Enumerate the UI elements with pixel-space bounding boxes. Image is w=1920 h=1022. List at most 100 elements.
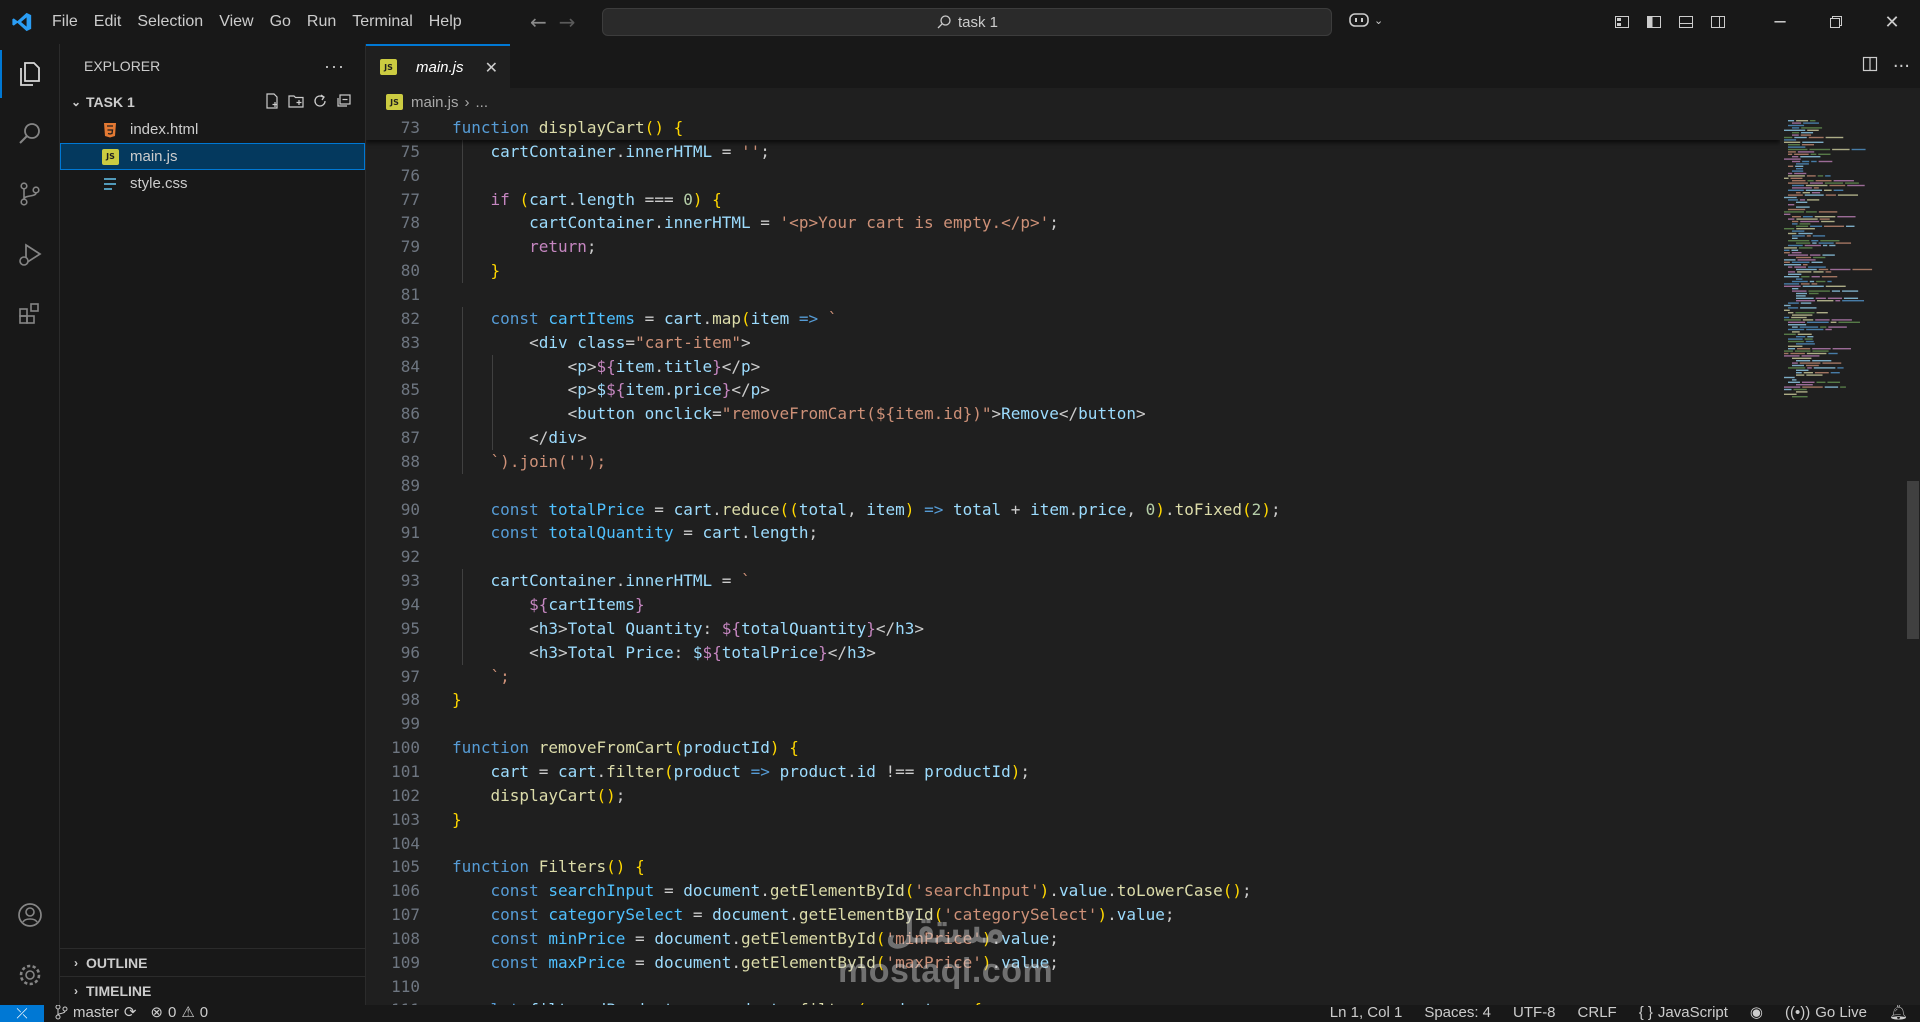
minimap-line [1791, 261, 1810, 263]
folder-task-1[interactable]: ⌄ TASK 1 [60, 88, 365, 116]
minimap-line [1802, 216, 1813, 218]
chevron-down-icon: ⌄ [1374, 13, 1384, 27]
minimap-line [1818, 211, 1838, 213]
branch-name: master [73, 1005, 119, 1021]
line-number: 91 [400, 523, 420, 543]
timeline-section[interactable]: › TIMELINE [60, 976, 365, 1004]
minimap-line [1811, 261, 1823, 263]
minimap-line [1802, 192, 1810, 194]
minimap-line [1784, 316, 1790, 319]
copilot-menu[interactable]: ⌄ [1348, 10, 1383, 30]
line-number: 104 [391, 833, 420, 853]
editor-scrollbar[interactable] [1906, 116, 1920, 1005]
menu-file[interactable]: File [44, 0, 86, 44]
breadcrumb-more[interactable]: ... [476, 94, 489, 111]
code-line: 87 </div> [366, 426, 1780, 450]
watermark-arabic: مستقل [885, 907, 1006, 951]
sync-icon[interactable]: ⟳ [124, 1005, 137, 1021]
menu-run[interactable]: Run [299, 0, 344, 44]
problems-status[interactable]: ⊗ 0 ⚠ 0 [150, 1005, 208, 1021]
back-arrow-icon[interactable]: ← [530, 10, 547, 34]
menu-go[interactable]: Go [262, 0, 299, 44]
notifications-bell-icon[interactable]: 🔔︎ [1889, 1005, 1908, 1021]
minimap-line [1846, 225, 1855, 227]
minimap-line [1796, 374, 1805, 376]
menu-selection[interactable]: Selection [129, 0, 211, 44]
code-editor[interactable]: 73 function displayCart() {75 cartContain… [366, 116, 1780, 1005]
customize-layout-icon[interactable] [1606, 0, 1638, 44]
settings-gear-icon[interactable] [0, 945, 60, 1005]
remote-indicator-icon[interactable]: ⤫ [0, 1005, 44, 1022]
source-control-icon[interactable] [0, 164, 60, 224]
toggle-secondary-sidebar-icon[interactable] [1702, 0, 1734, 44]
line-number: 84 [400, 356, 420, 376]
minimap-line [1792, 331, 1800, 333]
collapse-all-icon[interactable] [335, 92, 353, 113]
minimap-line [1824, 182, 1844, 184]
split-editor-icon[interactable] [1861, 55, 1879, 77]
tab-main-js[interactable]: JS main.js ✕ [366, 44, 510, 88]
go-live-label: Go Live [1815, 1005, 1867, 1021]
language-mode[interactable]: { } JavaScript [1639, 1005, 1728, 1021]
file-item[interactable]: JS main.js [60, 143, 365, 170]
breadcrumb: JS main.js › ... [366, 88, 1920, 116]
file-item[interactable]: style.css [60, 170, 365, 197]
toggle-primary-sidebar-icon[interactable] [1638, 0, 1670, 44]
more-actions-icon[interactable]: ··· [324, 56, 345, 77]
toggle-panel-icon[interactable] [1670, 0, 1702, 44]
menu-terminal[interactable]: Terminal [344, 0, 420, 44]
cursor-position[interactable]: Ln 1, Col 1 [1330, 1005, 1403, 1021]
eol-status[interactable]: CRLF [1578, 1005, 1617, 1021]
file-item[interactable]: index.html [60, 116, 365, 143]
search-icon [937, 15, 951, 29]
menu-help[interactable]: Help [421, 0, 470, 44]
new-folder-icon[interactable] [287, 92, 305, 113]
explorer-sidebar: EXPLORER ··· ⌄ TASK 1 index.html JS main.j… [60, 44, 366, 1005]
restore-icon[interactable] [1808, 0, 1864, 44]
encoding-status[interactable]: UTF-8 [1513, 1005, 1556, 1021]
line-number: 86 [400, 404, 420, 424]
minimap-line [1784, 136, 1793, 139]
minimap-line [1784, 264, 1802, 266]
code-text: } [490, 261, 501, 281]
minimap-line [1852, 268, 1873, 271]
indentation-status[interactable]: Spaces: 4 [1424, 1005, 1491, 1021]
code-line: 102 displayCart(); [366, 784, 1780, 808]
outline-section[interactable]: › OUTLINE [60, 948, 365, 976]
more-actions-icon[interactable]: ··· [1893, 56, 1910, 77]
explorer-icon[interactable] [0, 44, 60, 104]
minimap-line [1813, 187, 1819, 189]
code-line: 75 cartContainer.innerHTML = ''; [366, 140, 1780, 164]
forward-arrow-icon[interactable]: → [559, 10, 576, 34]
copilot-status-icon[interactable]: ◉ [1750, 1005, 1763, 1021]
accounts-icon[interactable] [0, 885, 60, 945]
minimap[interactable] [1780, 116, 1906, 1005]
minimap-line [1788, 273, 1802, 275]
command-center-search[interactable]: task 1 [602, 8, 1332, 36]
refresh-icon[interactable] [311, 92, 329, 113]
minimize-icon[interactable]: ─ [1752, 0, 1808, 44]
run-debug-icon[interactable] [0, 224, 60, 284]
search-icon[interactable] [0, 104, 60, 164]
line-number: 107 [391, 905, 420, 925]
line-number: 108 [391, 928, 420, 948]
minimap-line [1811, 276, 1820, 278]
minimap-line [1795, 312, 1815, 314]
breadcrumb-file[interactable]: main.js [411, 94, 459, 111]
menu-edit[interactable]: Edit [86, 0, 130, 44]
line-number: 97 [400, 666, 420, 686]
minimap-line [1800, 134, 1812, 136]
outline-label: OUTLINE [86, 954, 148, 971]
go-live-button[interactable]: ((•)) Go Live [1785, 1005, 1867, 1021]
close-icon[interactable]: ✕ [1864, 0, 1920, 44]
scrollbar-thumb[interactable] [1907, 481, 1919, 639]
status-bar: ⤫ master ⟳ ⊗ 0 ⚠ 0 Ln 1, Col 1 Spaces: 4… [0, 1005, 1920, 1022]
minimap-line [1792, 235, 1805, 237]
extensions-icon[interactable] [0, 284, 60, 344]
close-tab-icon[interactable]: ✕ [485, 58, 498, 77]
branch-status[interactable]: master ⟳ [54, 1005, 136, 1021]
code-line: 109 const maxPrice = document.getElement… [366, 951, 1780, 975]
new-file-icon[interactable] [263, 92, 281, 113]
file-name: index.html [130, 121, 199, 138]
menu-view[interactable]: View [211, 0, 261, 44]
